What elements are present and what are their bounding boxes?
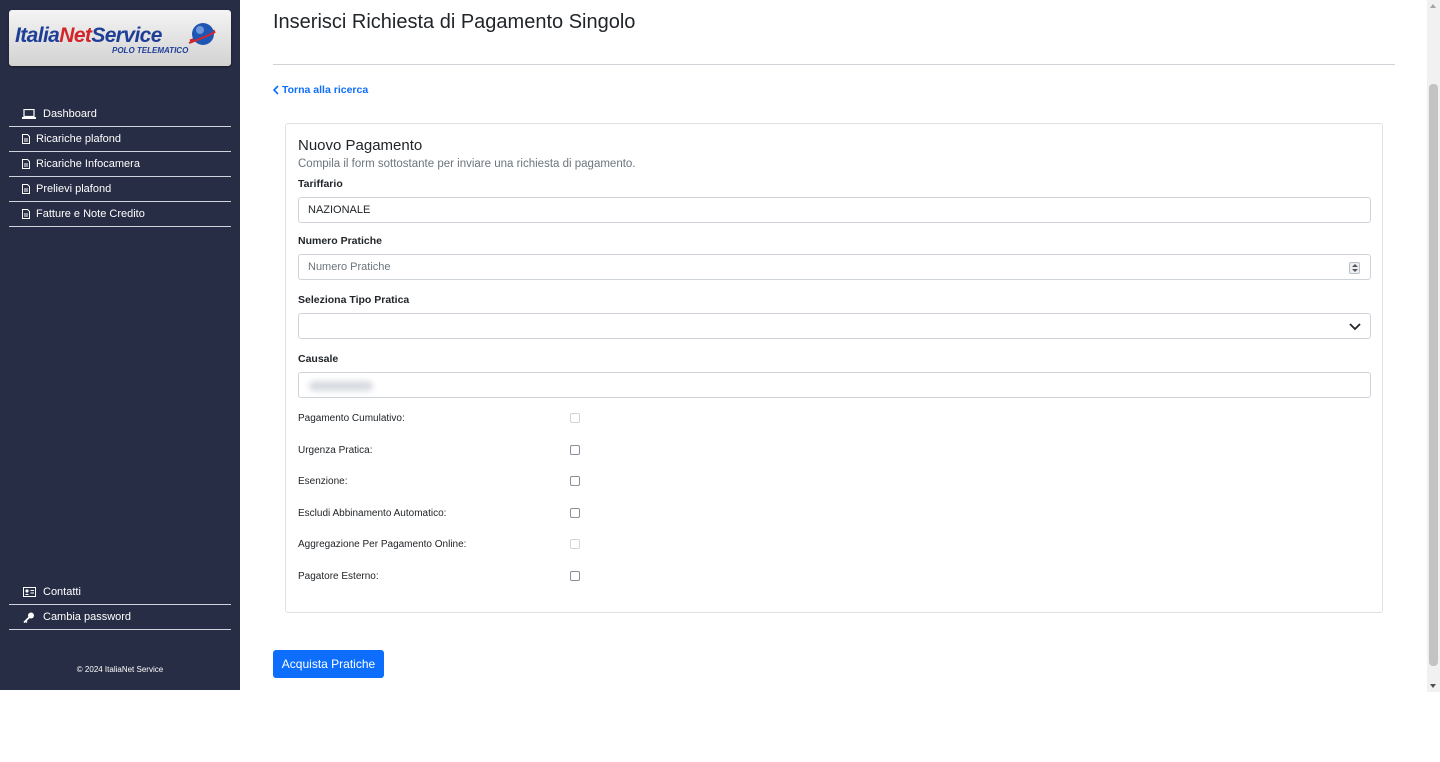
logo-wordmark: ItaliaNetService <box>15 24 162 47</box>
back-link-label: Torna alla ricerca <box>282 84 369 96</box>
checkbox-label: Aggregazione Per Pagamento Online: <box>298 539 467 550</box>
checkbox-label: Urgenza Pratica: <box>298 445 373 456</box>
key-icon <box>21 612 37 623</box>
escludi-abbinamento-checkbox[interactable] <box>570 508 580 518</box>
sidebar-item-label: Fatture e Note Credito <box>36 208 145 220</box>
document-icon <box>21 209 31 219</box>
sidebar-item-label: Contatti <box>43 586 81 598</box>
causale-input[interactable] <box>298 372 1371 398</box>
scroll-down-arrow-icon[interactable] <box>1430 684 1436 688</box>
sidebar-nav: Dashboard Ricariche plafond Ricariche In… <box>9 102 231 227</box>
chevron-left-icon <box>273 85 279 95</box>
checkbox-row-urgenza-pratica: Urgenza Pratica: <box>298 445 598 459</box>
logo-subtitle: POLO TELEMATICO <box>112 46 189 55</box>
back-to-search-link[interactable]: Torna alla ricerca <box>273 84 368 96</box>
scroll-up-arrow-icon[interactable] <box>1430 4 1436 8</box>
checkbox-row-esenzione: Esenzione: <box>298 476 598 490</box>
sidebar-bottom-nav: Contatti Cambia password <box>9 580 231 630</box>
sidebar-item-prelievi-plafond[interactable]: Prelievi plafond <box>9 177 231 202</box>
aggregazione-checkbox[interactable] <box>570 539 580 549</box>
pagamento-cumulativo-checkbox[interactable] <box>570 413 580 423</box>
pagatore-esterno-checkbox[interactable] <box>570 571 580 581</box>
scroll-thumb[interactable] <box>1429 84 1438 666</box>
tariffario-label: Tariffario <box>298 178 343 190</box>
redacted-value <box>309 381 373 391</box>
esenzione-checkbox[interactable] <box>570 476 580 486</box>
number-spinner-icon[interactable] <box>1349 262 1360 274</box>
numero-pratiche-input[interactable]: Numero Pratiche <box>298 254 1371 280</box>
form-title: Nuovo Pagamento <box>298 137 423 154</box>
globe-icon <box>188 23 216 45</box>
checkbox-label: Pagamento Cumulativo: <box>298 413 405 424</box>
checkbox-row-pagamento-cumulativo: Pagamento Cumulativo: <box>298 413 598 427</box>
sidebar-item-label: Prelievi plafond <box>36 183 112 195</box>
laptop-icon <box>21 109 37 119</box>
checkbox-row-escludi-abbinamento: Escludi Abbinamento Automatico: <box>298 508 598 522</box>
contact-card-icon <box>21 587 37 597</box>
copyright: © 2024 ItaliaNet Service <box>76 665 164 674</box>
sidebar-item-label: Dashboard <box>43 108 97 120</box>
logo[interactable]: ItaliaNetService POLO TELEMATICO <box>9 10 231 66</box>
numero-pratiche-placeholder: Numero Pratiche <box>308 261 391 273</box>
sidebar-item-cambia-password[interactable]: Cambia password <box>9 605 231 630</box>
checkbox-label: Esenzione: <box>298 476 348 487</box>
chevron-down-icon <box>1349 323 1361 331</box>
causale-label: Causale <box>298 353 339 365</box>
acquista-pratiche-button[interactable]: Acquista Pratiche <box>273 650 384 678</box>
numero-pratiche-label: Numero Pratiche <box>298 235 383 247</box>
tipo-pratica-select[interactable] <box>298 313 1371 339</box>
checkbox-row-aggregazione: Aggregazione Per Pagamento Online: <box>298 539 598 553</box>
tariffario-value: NAZIONALE <box>308 204 371 216</box>
tariffario-field[interactable]: NAZIONALE <box>298 197 1371 223</box>
checkbox-label: Pagatore Esterno: <box>298 571 379 582</box>
sidebar: ItaliaNetService POLO TELEMATICO Dashboa… <box>0 0 240 690</box>
urgenza-pratica-checkbox[interactable] <box>570 445 580 455</box>
payment-form-card: Nuovo Pagamento Compila il form sottosta… <box>285 123 1383 613</box>
sidebar-item-label: Cambia password <box>43 611 132 623</box>
sidebar-item-label: Ricariche Infocamera <box>36 158 140 170</box>
document-icon <box>21 184 31 194</box>
sidebar-item-dashboard[interactable]: Dashboard <box>9 102 231 127</box>
sidebar-item-fatture-note-credito[interactable]: Fatture e Note Credito <box>9 202 231 227</box>
sidebar-item-label: Ricariche plafond <box>36 133 121 145</box>
document-icon <box>21 159 31 169</box>
sidebar-item-ricariche-infocamera[interactable]: Ricariche Infocamera <box>9 152 231 177</box>
checkbox-label: Escludi Abbinamento Automatico: <box>298 508 447 519</box>
tipo-pratica-label: Seleziona Tipo Pratica <box>298 294 410 306</box>
form-subtitle: Compila il form sottostante per inviare … <box>298 158 636 170</box>
divider <box>273 64 1395 65</box>
checkbox-row-pagatore-esterno: Pagatore Esterno: <box>298 571 598 585</box>
scrollbar[interactable] <box>1427 0 1440 692</box>
sidebar-item-ricariche-plafond[interactable]: Ricariche plafond <box>9 127 231 152</box>
page-title: Inserisci Richiesta di Pagamento Singolo <box>273 11 636 33</box>
document-icon <box>21 134 31 144</box>
sidebar-item-contatti[interactable]: Contatti <box>9 580 231 605</box>
